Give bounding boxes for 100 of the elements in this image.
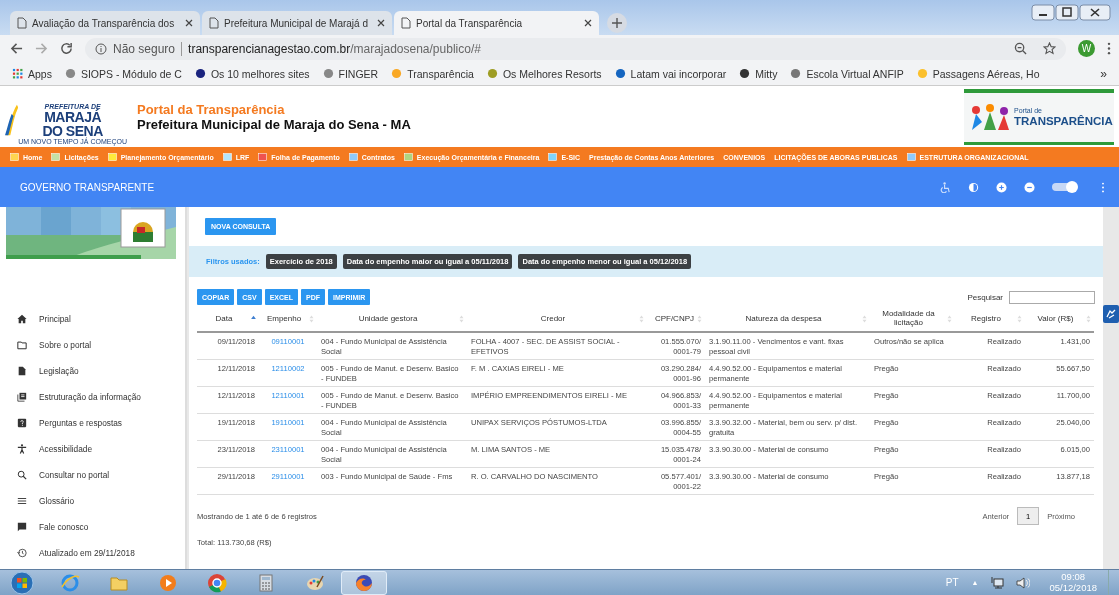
forward-icon[interactable] <box>35 42 48 55</box>
sidebar-item[interactable]: Legislação <box>0 358 185 384</box>
site-icon <box>64 68 76 79</box>
back-icon[interactable] <box>10 42 23 55</box>
star-icon[interactable] <box>1043 42 1056 55</box>
column-header[interactable]: Valor (R$) <box>1025 307 1094 332</box>
column-header[interactable]: Registro <box>955 307 1025 332</box>
question-icon <box>17 418 27 428</box>
close-icon[interactable] <box>584 19 592 27</box>
folder-icon <box>17 340 27 350</box>
search-label: Pesquisar <box>967 292 1003 302</box>
page-icon <box>209 17 219 29</box>
sidebar-item[interactable]: Estruturação da informação <box>0 384 185 410</box>
site-icon <box>194 68 206 79</box>
window-controls-icon[interactable] <box>1031 4 1111 22</box>
sidebar-item[interactable]: Acessibilidade <box>0 436 185 462</box>
volume-icon[interactable] <box>1016 575 1031 590</box>
zoom-out-icon[interactable] <box>1024 181 1035 193</box>
menu-item-icon <box>548 153 558 161</box>
sidebar-item[interactable]: Fale conosco <box>0 514 185 540</box>
menu-icon[interactable] <box>1101 181 1105 193</box>
menu-item-icon <box>107 153 117 161</box>
browser-tab[interactable]: Avaliação da Transparência dos <box>10 11 200 35</box>
play-icon[interactable] <box>158 572 178 593</box>
contrast-icon[interactable] <box>968 181 979 193</box>
bookmark[interactable]: Latam vai incorporar <box>614 67 727 80</box>
url-text: transparencianagestao.com.br/marajadosena/publico/# <box>188 41 481 56</box>
sidebar-item[interactable]: Perguntas e respostas <box>0 410 185 436</box>
more-bookmarks[interactable]: » <box>1100 66 1107 81</box>
site-icon <box>322 68 334 79</box>
search-icon <box>17 470 27 480</box>
start-button[interactable] <box>10 570 34 595</box>
new-tab-icon[interactable] <box>607 13 627 33</box>
bookmark[interactable]: Passagens Aéreas, Ho <box>916 67 1040 80</box>
menu-item-icon <box>403 153 413 161</box>
app-bar-title: GOVERNO TRANSPARENTE <box>20 181 155 193</box>
menu-item-icon <box>348 153 358 161</box>
info-icon <box>95 42 107 55</box>
column-header[interactable]: Unidade gestora <box>317 307 467 332</box>
profile-avatar[interactable]: W <box>1078 40 1095 57</box>
calculator-icon[interactable] <box>256 572 276 593</box>
zoom-in-icon[interactable] <box>996 181 1007 193</box>
person-icon <box>17 444 27 454</box>
column-header[interactable]: CPF/CNPJ <box>647 307 705 332</box>
site-icon <box>790 68 802 79</box>
bookmark[interactable]: Apps <box>12 67 52 80</box>
bookmark[interactable]: Os 10 melhores sites <box>194 67 310 80</box>
close-icon[interactable] <box>377 19 385 27</box>
menu-item-icon <box>10 153 19 161</box>
sidebar-item[interactable]: Glossário <box>0 488 185 514</box>
column-header[interactable]: Data <box>197 307 259 332</box>
municipality-name: Prefeitura Municipal de Maraja do Sena - MA <box>137 116 411 132</box>
close-icon[interactable] <box>185 19 193 27</box>
menu-item-icon <box>906 153 916 161</box>
zoom-icon[interactable] <box>1014 42 1027 55</box>
site-icon <box>916 68 928 79</box>
color-wheel-icon[interactable] <box>207 572 227 593</box>
list-icon <box>17 392 27 402</box>
page-icon <box>17 17 27 29</box>
sidebar-item[interactable]: Sobre o portal <box>0 332 185 358</box>
portal-title: Portal da Transparência <box>137 101 286 117</box>
column-header[interactable]: Modalidade da licitação <box>870 307 955 332</box>
column-header[interactable]: Natureza da despesa <box>705 307 870 332</box>
list-icon <box>17 496 27 506</box>
menu-item-icon <box>222 153 232 161</box>
page-icon <box>401 17 411 29</box>
site-icon <box>391 68 403 79</box>
column-header[interactable]: Credor <box>467 307 647 332</box>
site-icon <box>739 68 751 79</box>
accessibility-icon[interactable] <box>940 181 951 193</box>
security-label: Não seguro <box>113 41 176 56</box>
bookmark[interactable]: Escola Virtual ANFIP <box>790 67 904 80</box>
network-icon[interactable] <box>991 575 1006 590</box>
apps-grid-icon <box>12 68 23 79</box>
bookmark[interactable]: Transparência <box>391 67 474 80</box>
chat-icon <box>17 522 27 532</box>
bookmark[interactable]: Os Melhores Resorts <box>486 67 602 80</box>
globe-icon[interactable] <box>60 572 80 593</box>
browser-tab[interactable]: Prefeitura Municipal de Marajá d <box>202 11 392 35</box>
sidebar-item[interactable]: Atualizado em 29/11/2018 <box>0 540 185 566</box>
document-icon <box>17 366 27 376</box>
reload-icon[interactable] <box>60 42 73 55</box>
fox-globe-icon[interactable] <box>354 572 374 593</box>
toggle-switch[interactable] <box>1052 183 1076 191</box>
history-icon <box>17 548 27 558</box>
menu-item-icon <box>51 153 61 161</box>
bookmark[interactable]: SIOPS - Módulo de C <box>64 67 182 80</box>
search-field[interactable] <box>1009 290 1095 304</box>
home-icon <box>17 314 27 324</box>
address-field[interactable]: Não seguro transparencianagestao.com.br/marajadosena/publico/# <box>85 37 1066 60</box>
menu-item-icon <box>258 153 268 161</box>
sidebar-item[interactable]: Principal <box>0 306 185 332</box>
browser-tab[interactable]: Portal da Transparência <box>394 11 599 35</box>
site-icon <box>614 68 626 79</box>
menu-icon[interactable] <box>1107 42 1111 55</box>
bookmark[interactable]: FINGER <box>322 67 379 80</box>
sidebar-item[interactable]: Consultar no portal <box>0 462 185 488</box>
bookmark[interactable]: Mitty <box>739 67 778 80</box>
site-icon <box>486 68 498 79</box>
column-header[interactable]: Empenho <box>259 307 317 332</box>
